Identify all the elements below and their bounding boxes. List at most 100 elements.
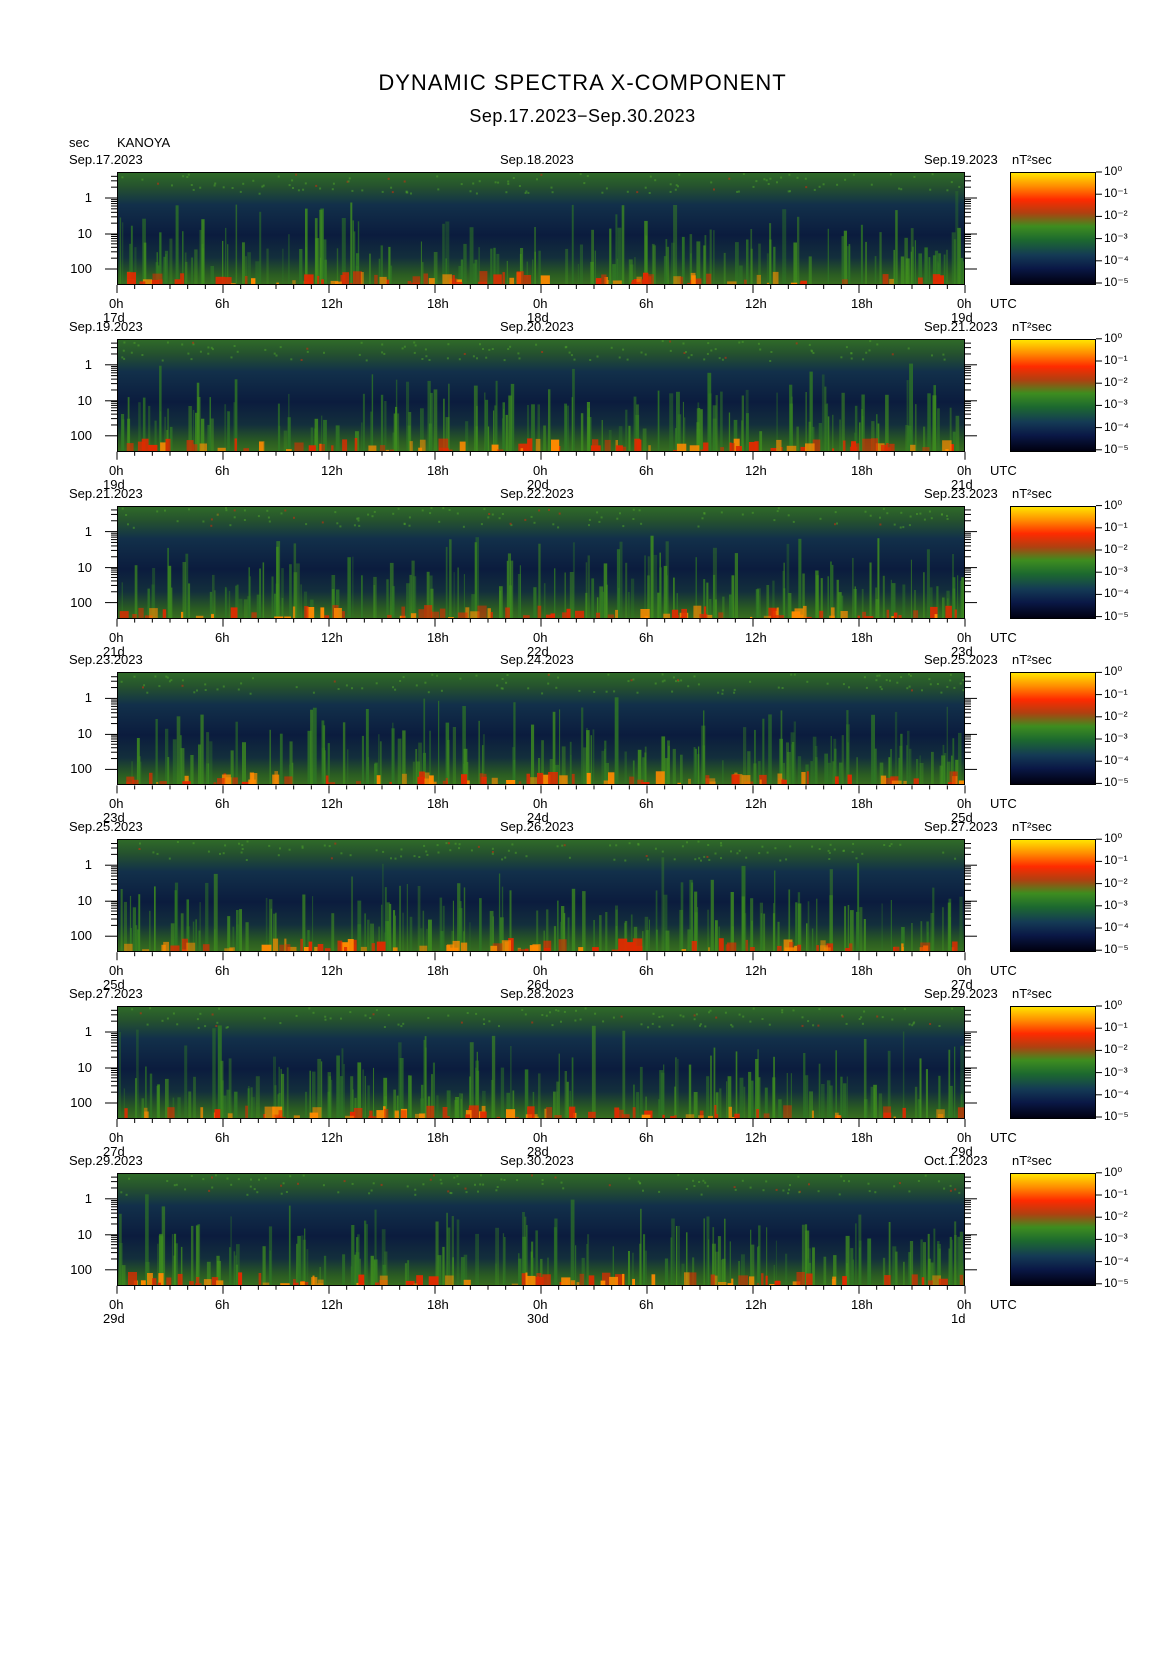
high-power-patch [446,944,455,952]
noise-speckle [707,341,710,344]
spectral-power-burst [715,394,718,451]
high-power-patch [703,442,709,451]
spectral-power-burst [271,576,274,618]
high-power-patch [174,279,181,284]
noise-speckle [780,176,783,179]
spectral-power-burst [854,585,856,618]
noise-speckle [795,342,798,345]
spectral-power-burst [701,725,706,785]
spectral-power-burst [199,229,202,284]
time-tick-label: 0h [109,462,124,478]
time-tick-label: 6h [215,629,230,645]
noise-speckle [555,1009,558,1012]
spectral-power-burst [456,1219,460,1285]
high-power-patch [317,944,324,952]
spectral-power-burst [664,1258,669,1285]
noise-speckle [782,1189,785,1192]
spectral-power-burst [395,915,396,952]
colorbar-tick-label: 10⁻¹ [1104,853,1128,868]
noise-speckle [387,1014,390,1017]
noise-speckle [962,679,964,682]
noise-speckle [878,674,881,677]
spectral-power-burst [677,1058,679,1118]
noise-speckle [738,341,741,344]
noise-speckle [127,522,129,525]
spectral-power-burst [614,697,619,785]
high-power-patch [627,942,636,952]
panel-end-date: Sep.23.2023 [924,485,998,501]
noise-speckle [175,1183,178,1186]
high-power-patch [442,274,452,284]
noise-speckle [557,676,560,679]
noise-speckle [896,682,899,685]
noise-speckle [708,859,711,862]
spectrogram-background [118,173,964,284]
spectral-power-burst [393,413,396,451]
high-power-patch [718,1281,727,1285]
noise-speckle [256,1190,259,1193]
high-power-patch [274,616,284,618]
noise-speckle [349,854,352,857]
spectral-power-burst [599,915,602,952]
noise-speckle [478,180,481,183]
panel-start-date: Sep.19.2023 [69,318,143,334]
time-tick-label: 0h [957,629,972,645]
noise-speckle [157,182,159,185]
spectral-power-burst [500,1067,505,1118]
spectral-power-burst [328,1076,332,1118]
noise-speckle [903,1008,906,1011]
spectral-power-burst [852,1259,854,1285]
high-power-patch [655,771,665,785]
noise-speckle [240,682,243,685]
spectral-power-burst [374,1209,377,1285]
spectral-power-burst [591,577,595,618]
noise-speckle [842,683,845,686]
high-power-patch [559,775,568,785]
noise-speckle [551,191,554,194]
noise-speckle [371,514,374,517]
period-tick-label: 10 [77,1060,92,1075]
colorbar-unit: nT²sec [1012,318,1052,334]
noise-speckle [156,853,159,856]
high-power-patch [570,1279,576,1285]
noise-speckle [501,678,504,681]
high-power-patch [151,279,159,284]
spectral-power-burst [903,1261,905,1285]
high-power-patch [684,1272,690,1285]
spectral-power-burst [796,426,799,451]
noise-speckle [619,511,621,514]
noise-speckle [654,682,657,685]
spectral-power-burst [505,414,508,451]
high-power-patch [119,610,129,618]
high-power-patch [663,613,671,618]
spectral-power-burst [399,885,401,952]
spectral-power-burst [138,894,141,952]
noise-speckle [241,844,244,847]
time-tick-label: 12h [321,963,343,979]
spectral-power-burst [288,1205,291,1285]
spectral-power-burst [579,244,583,284]
high-power-patch [389,782,392,785]
high-power-patch [308,445,316,451]
noise-speckle [763,178,766,181]
noise-speckle [605,691,608,694]
spectral-power-burst [138,756,141,785]
noise-speckle [622,348,625,351]
noise-speckle [351,1182,354,1185]
spectral-power-burst [902,584,906,618]
spectral-power-burst [766,253,769,284]
noise-speckle [921,689,923,692]
noise-speckle [695,1013,698,1016]
high-power-patch [230,606,238,618]
high-power-patch [546,1107,553,1118]
noise-speckle [882,507,885,510]
spectral-power-burst [256,594,261,618]
high-power-patch [632,1107,636,1118]
spectral-power-burst [245,922,249,952]
noise-speckle [769,359,772,362]
spectral-power-burst [871,715,875,785]
spectral-power-burst [167,757,170,785]
noise-speckle [246,840,249,843]
spectrogram-panel [117,672,965,786]
noise-speckle [279,345,282,348]
